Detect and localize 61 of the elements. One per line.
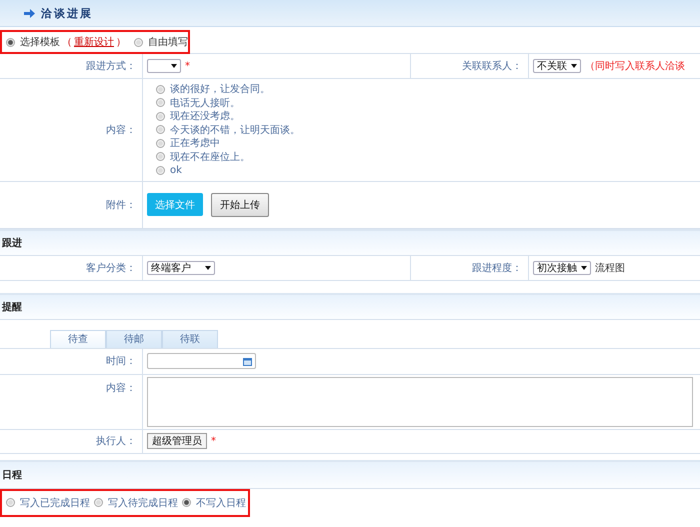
redesign-link[interactable]: 重新设计 bbox=[74, 35, 114, 49]
radio-option[interactable]: 电话无人接听。 bbox=[156, 96, 700, 109]
link-bracket: （ bbox=[62, 36, 72, 49]
field-label: 客户分类： bbox=[86, 262, 136, 274]
required-mark: * bbox=[211, 436, 216, 446]
radio-option[interactable]: 今天谈的不错，让明天面谈。 bbox=[156, 124, 700, 136]
radio-button[interactable] bbox=[182, 498, 191, 507]
radio-button[interactable] bbox=[156, 84, 165, 94]
required-mark: * bbox=[185, 60, 190, 72]
section-title: 跟进 bbox=[2, 236, 22, 250]
radio-button[interactable] bbox=[6, 38, 15, 46]
field-label: 时间： bbox=[106, 354, 136, 368]
radio-option[interactable]: 谈的很好，让发合同。 bbox=[156, 83, 700, 96]
radio-option[interactable]: ok bbox=[156, 164, 700, 176]
executor-button[interactable]: 超级管理员 bbox=[147, 433, 207, 449]
page-title: 洽谈进展 bbox=[41, 6, 93, 20]
follow-method-select[interactable] bbox=[147, 59, 181, 73]
calendar-icon[interactable] bbox=[243, 356, 252, 366]
caret-icon bbox=[171, 64, 177, 68]
note-text: （同时写入联系人洽谈 bbox=[585, 60, 685, 73]
category-select[interactable]: 终端客户 bbox=[147, 260, 215, 274]
radio-option[interactable]: 写入已完成日程 bbox=[6, 496, 90, 509]
radio-button[interactable] bbox=[156, 125, 165, 134]
caret-icon bbox=[205, 266, 211, 270]
radio-option[interactable]: 写入待完成日程 bbox=[94, 496, 178, 509]
field-label: 内容： bbox=[106, 382, 136, 394]
field-label: 跟进方式： bbox=[86, 60, 136, 73]
tab[interactable]: 待联 bbox=[162, 330, 218, 348]
field-label: 附件： bbox=[106, 198, 136, 212]
radio-option[interactable]: 现在不在座位上。 bbox=[156, 150, 700, 163]
tab[interactable]: 待邮 bbox=[106, 330, 162, 348]
contact-select[interactable]: 不关联 bbox=[533, 59, 581, 73]
radio-button[interactable] bbox=[156, 112, 165, 121]
field-label: 内容： bbox=[106, 124, 136, 137]
radio-option[interactable]: 自由填写 bbox=[134, 36, 188, 48]
section-title: 提醒 bbox=[2, 300, 22, 314]
radio-button[interactable] bbox=[134, 38, 143, 46]
caret-icon bbox=[571, 64, 577, 68]
content-textarea[interactable] bbox=[147, 376, 693, 426]
caret-icon bbox=[581, 266, 587, 270]
radio-button[interactable] bbox=[94, 498, 103, 507]
degree-select[interactable]: 初次接触 bbox=[533, 260, 591, 274]
arrow-icon bbox=[24, 8, 35, 18]
date-field[interactable] bbox=[147, 353, 256, 369]
radio-option[interactable]: 不写入日程 bbox=[182, 496, 246, 509]
section-title: 日程 bbox=[2, 468, 22, 482]
radio-button[interactable] bbox=[6, 498, 15, 507]
field-label: 跟进程度： bbox=[472, 262, 522, 274]
radio-button[interactable] bbox=[156, 166, 165, 175]
tab[interactable]: 待查 bbox=[50, 330, 106, 348]
flowchart-link[interactable]: 流程图 bbox=[595, 260, 625, 274]
radio-option[interactable]: 正在考虑中 bbox=[156, 137, 700, 150]
upload-button[interactable]: 开始上传 bbox=[211, 192, 269, 216]
link-bracket: ） bbox=[116, 36, 126, 49]
field-label: 执行人： bbox=[96, 434, 136, 448]
radio-button[interactable] bbox=[156, 138, 165, 148]
field-label: 关联联系人： bbox=[462, 60, 522, 73]
radio-button[interactable] bbox=[156, 152, 165, 162]
radio-option[interactable]: 现在还没考虑。 bbox=[156, 110, 700, 122]
radio-option[interactable]: 选择模板 bbox=[6, 36, 60, 48]
radio-button[interactable] bbox=[156, 98, 165, 108]
